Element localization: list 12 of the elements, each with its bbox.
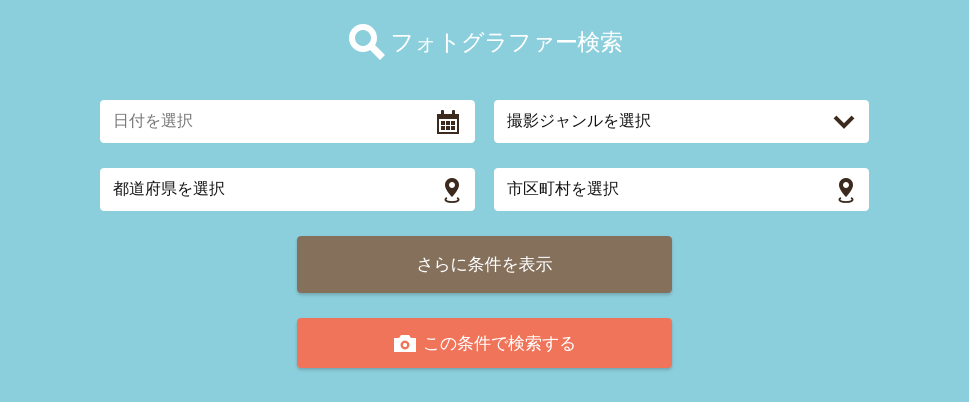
search-icon bbox=[346, 22, 386, 62]
date-field[interactable]: 日付を選択 bbox=[100, 100, 475, 143]
location-pin-icon bbox=[443, 176, 461, 202]
chevron-down-icon bbox=[833, 114, 855, 128]
show-more-button[interactable]: さらに条件を表示 bbox=[297, 236, 672, 293]
location-field[interactable]: 都道府県を選択 bbox=[100, 168, 475, 211]
location-field[interactable]: 市区町村を選択 bbox=[494, 168, 869, 211]
location-pin-icon bbox=[837, 176, 855, 202]
camera-icon bbox=[393, 333, 417, 353]
calendar-icon bbox=[435, 108, 461, 134]
genre-dropdown[interactable]: 撮影ジャンルを選択 bbox=[494, 100, 869, 143]
page-title: フォトグラファー検索 bbox=[390, 28, 622, 58]
